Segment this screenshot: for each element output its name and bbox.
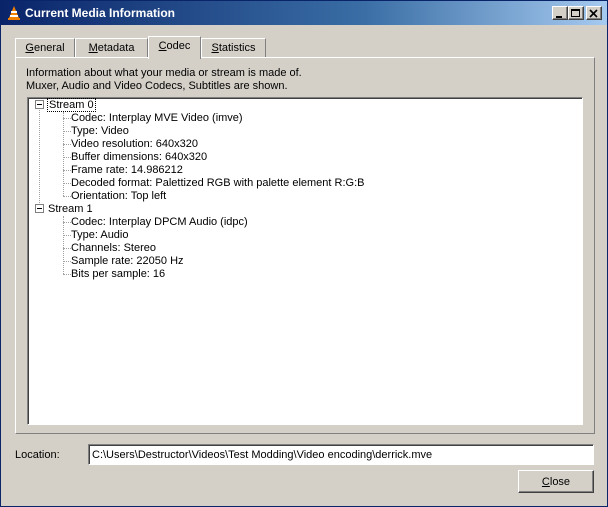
tree-item[interactable]: Codec: Interplay MVE Video (imve) bbox=[71, 112, 243, 125]
tree-item[interactable]: Channels: Stereo bbox=[71, 242, 156, 255]
tree-item[interactable]: Sample rate: 22050 Hz bbox=[71, 255, 184, 268]
tab-metadata[interactable]: Metadata bbox=[75, 38, 148, 58]
tab-codec[interactable]: Codec bbox=[148, 36, 201, 59]
title-bar[interactable]: Current Media Information bbox=[1, 1, 607, 25]
minimize-icon bbox=[556, 16, 562, 18]
maximize-button[interactable] bbox=[568, 6, 584, 20]
codec-description: Information about what your media or str… bbox=[26, 67, 302, 92]
window-title: Current Media Information bbox=[25, 6, 176, 20]
collapse-stream-1-icon[interactable] bbox=[35, 204, 44, 213]
codec-tree[interactable]: Stream 0 Codec: Interplay MVE Video (imv… bbox=[27, 97, 583, 425]
tree-item[interactable]: Type: Video bbox=[71, 125, 129, 138]
tree-item[interactable]: Bits per sample: 16 bbox=[71, 268, 165, 281]
tree-stream-0[interactable]: Stream 0 bbox=[47, 98, 96, 112]
vlc-cone-icon bbox=[8, 6, 20, 20]
close-button[interactable]: Close bbox=[518, 470, 594, 493]
tree-item[interactable]: Type: Audio bbox=[71, 229, 129, 242]
tree-stream-1[interactable]: Stream 1 bbox=[48, 203, 93, 216]
tree-item[interactable]: Orientation: Top left bbox=[71, 190, 166, 203]
tab-statistics[interactable]: Statistics bbox=[201, 38, 266, 58]
location-label: Location: bbox=[15, 449, 60, 461]
tree-item[interactable]: Codec: Interplay DPCM Audio (idpc) bbox=[71, 216, 248, 229]
close-icon bbox=[589, 9, 598, 18]
maximize-icon bbox=[571, 9, 580, 17]
location-field[interactable]: C:\Users\Destructor\Videos\Test Modding\… bbox=[88, 444, 594, 465]
tree-item[interactable]: Frame rate: 14.986212 bbox=[71, 164, 183, 177]
tab-general[interactable]: General bbox=[15, 38, 75, 58]
tree-item[interactable]: Video resolution: 640x320 bbox=[71, 138, 198, 151]
minimize-button[interactable] bbox=[552, 6, 568, 20]
codec-panel: Information about what your media or str… bbox=[15, 57, 595, 434]
tree-item[interactable]: Buffer dimensions: 640x320 bbox=[71, 151, 207, 164]
media-info-window: Current Media Information General Metada… bbox=[0, 0, 608, 507]
collapse-stream-0-icon[interactable] bbox=[35, 100, 44, 109]
close-window-button[interactable] bbox=[586, 6, 602, 20]
tree-item[interactable]: Decoded format: Palettized RGB with pale… bbox=[71, 177, 364, 190]
